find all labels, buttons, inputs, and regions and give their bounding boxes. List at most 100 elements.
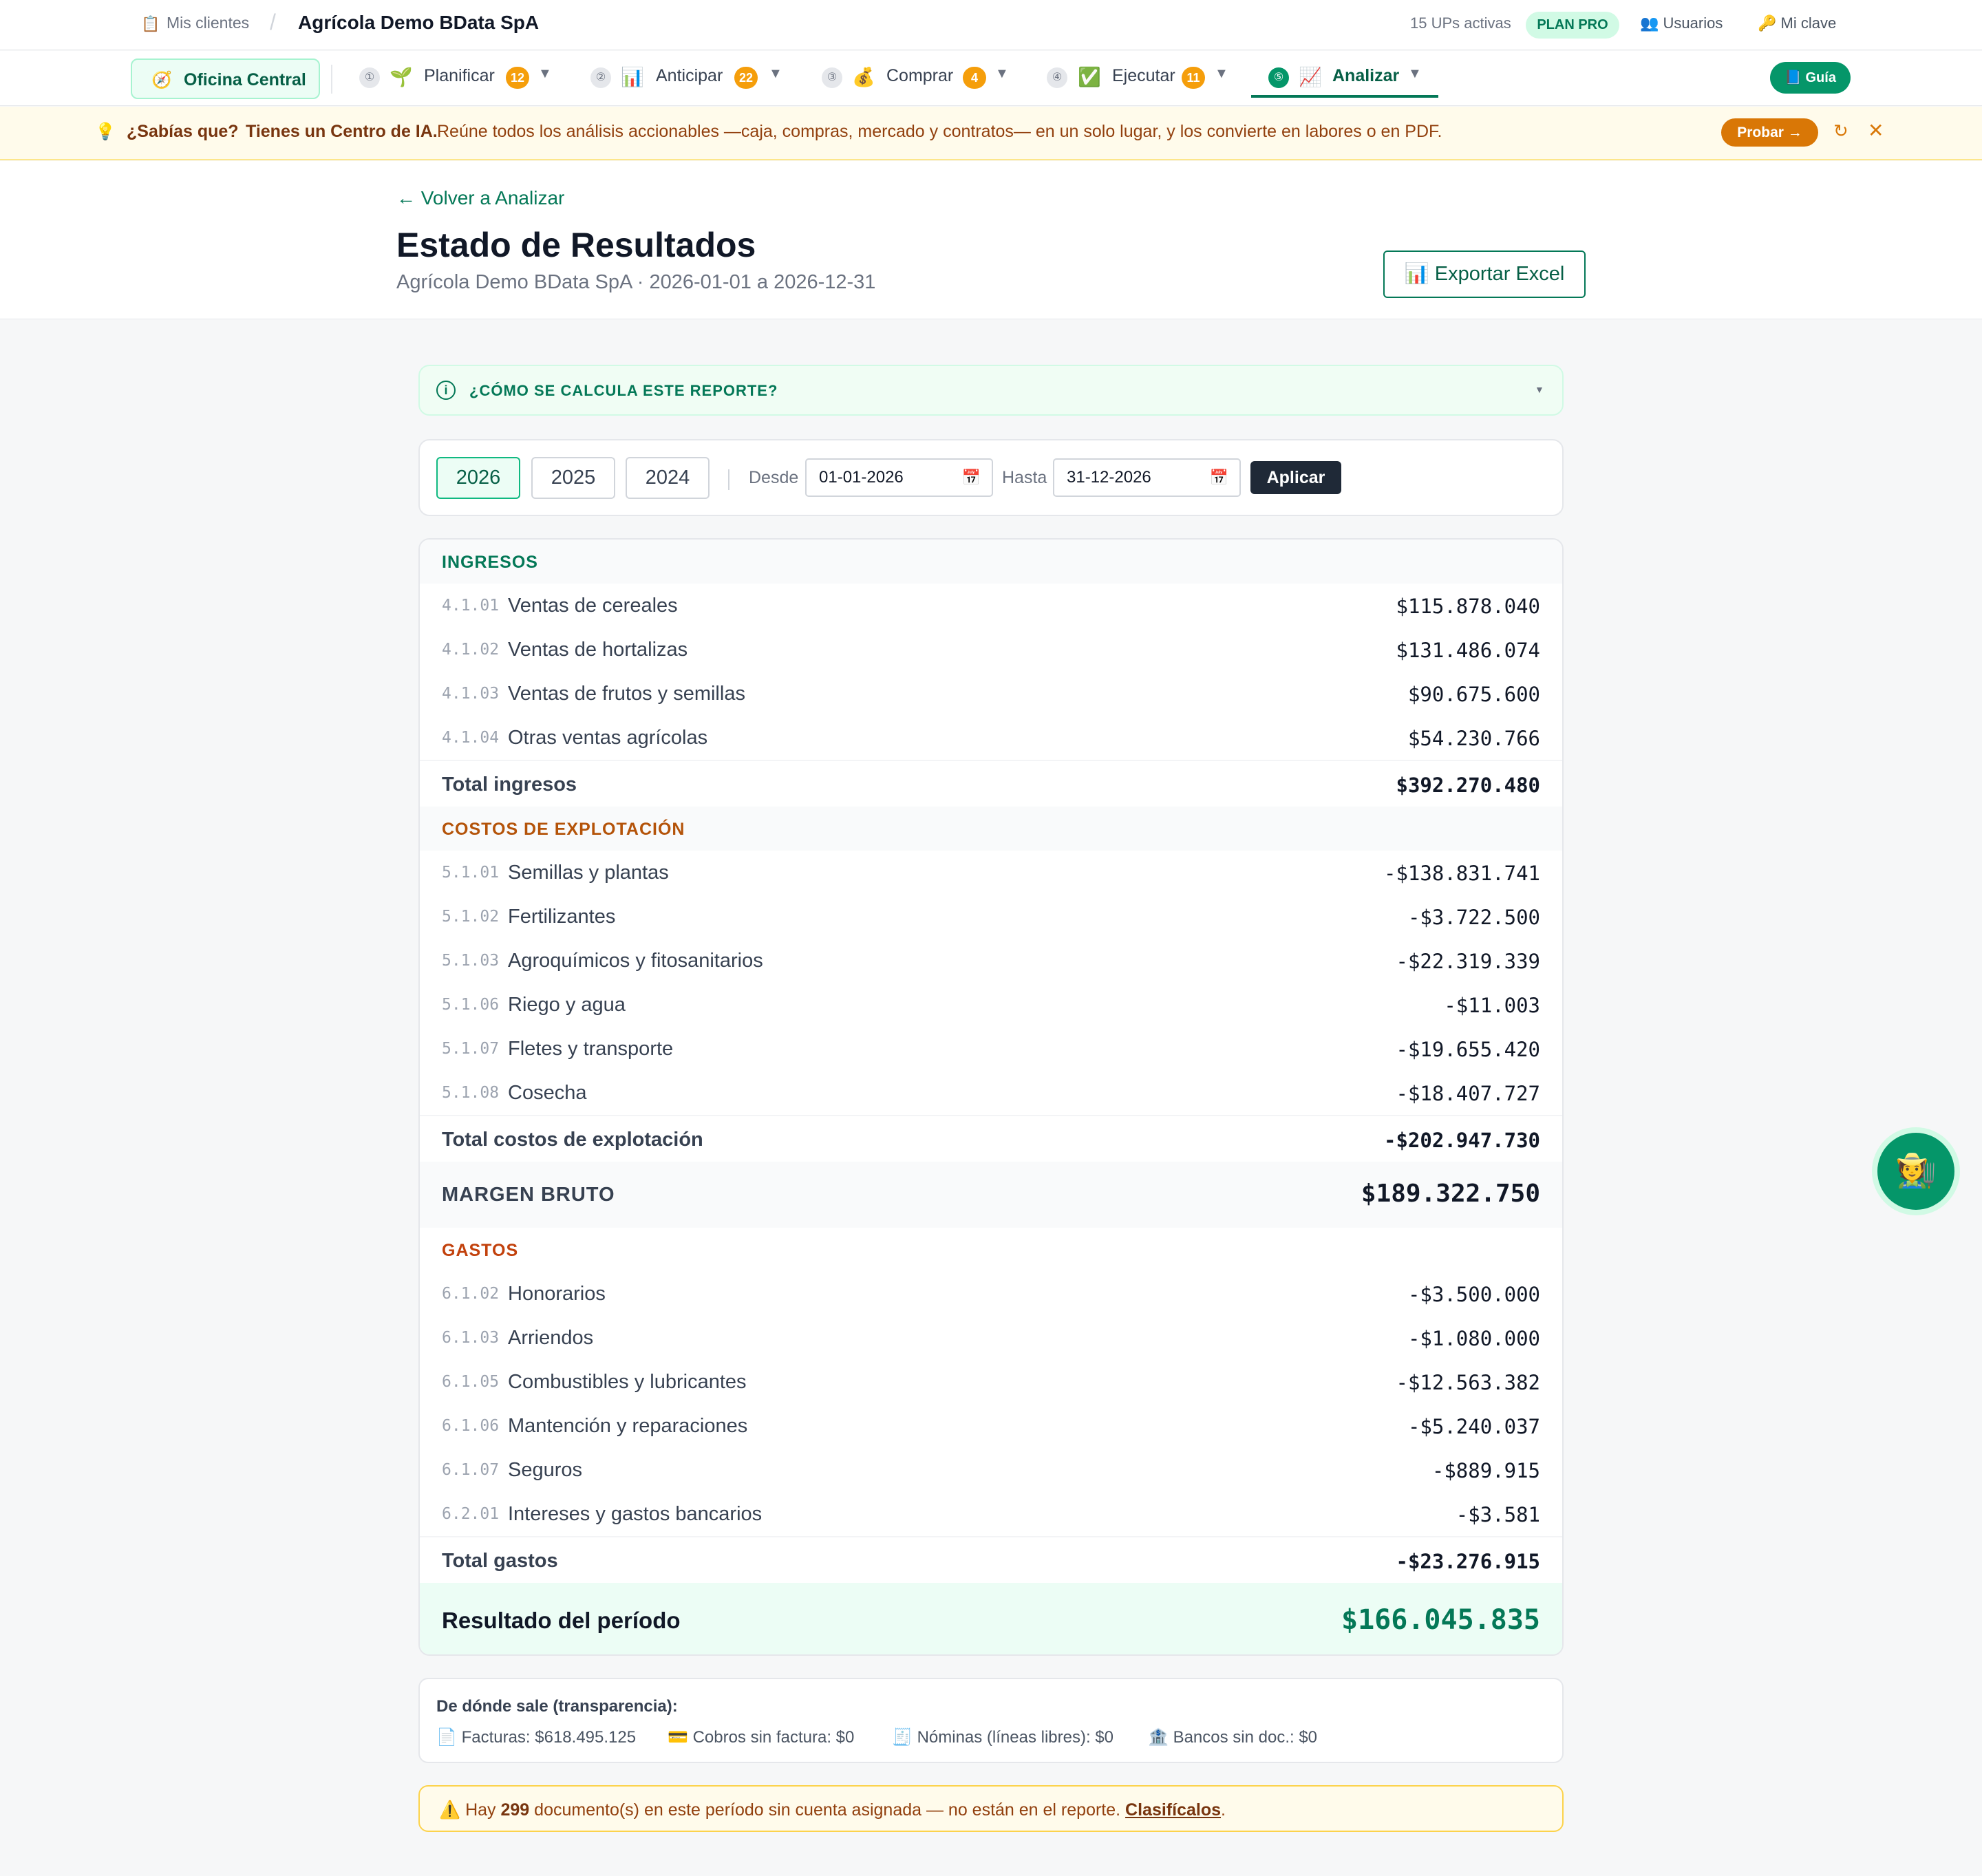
account-code: 4.1.01 (442, 597, 500, 615)
chevron-down-icon[interactable]: ▼ (995, 66, 1009, 82)
account-name: Semillas y plantas (508, 862, 669, 884)
transparency-item-collections: 💳 Cobros sin factura: $0 (668, 1727, 854, 1747)
total-label: Total costos de explotación (442, 1129, 703, 1151)
transparency-item-text: Nóminas (líneas libres): $0 (917, 1728, 1114, 1747)
export-excel-button[interactable]: 📊 Exportar Excel (1383, 251, 1586, 298)
close-icon[interactable]: ✕ (1868, 119, 1884, 142)
table-row: 5.1.02 Fertilizantes -$3.722.500 (420, 895, 1562, 939)
section-title: COSTOS DE EXPLOTACIÓN (442, 820, 685, 839)
to-date-value: 31-12-2026 (1067, 468, 1151, 487)
chevron-down-icon[interactable]: ▼ (1215, 66, 1228, 82)
total-amount: -$23.276.915 (1396, 1550, 1540, 1573)
section-title: GASTOS (442, 1241, 519, 1260)
account-amount: -$3.581 (1456, 1503, 1540, 1526)
warning-text: ⚠️ Hay 299 documento(s) en este período … (439, 1800, 1226, 1820)
trend-chart-icon: 📈 (1299, 67, 1322, 87)
ups-active-count: 15 UPs activas (1410, 14, 1511, 32)
classify-link[interactable]: Clasifícalos (1125, 1800, 1221, 1820)
warning-icon: ⚠️ (439, 1800, 461, 1820)
transparency-item-invoices: 📄 Facturas: $618.495.125 (436, 1727, 636, 1747)
refresh-icon[interactable]: ↻ (1833, 120, 1848, 142)
account-code: 5.1.03 (442, 952, 500, 970)
account-code: 6.1.02 (442, 1285, 500, 1303)
gross-margin-label: MARGEN BRUTO (442, 1184, 615, 1206)
count-badge: 4 (963, 67, 986, 89)
how-calculated-toggle[interactable]: i ¿CÓMO SE CALCULA ESTE REPORTE? ▼ (418, 365, 1564, 416)
assistant-farmer-icon[interactable]: 🧑‍🌾 (1877, 1133, 1954, 1210)
calendar-icon[interactable]: 📅 (962, 460, 981, 495)
password-label: Mi clave (1780, 14, 1837, 32)
nav-divider (331, 65, 332, 94)
account-amount: -$138.831.741 (1384, 862, 1540, 885)
transparency-box: De dónde sale (transparencia): 📄 Factura… (418, 1678, 1564, 1763)
office-label: Oficina Central (184, 70, 306, 89)
table-row: 6.1.06 Mantención y reparaciones -$5.240.0… (420, 1404, 1562, 1448)
account-code: 5.1.08 (442, 1084, 500, 1102)
account-name: Mantención y reparaciones (508, 1415, 748, 1437)
account-amount: -$12.563.382 (1396, 1371, 1540, 1394)
step-number: ① (359, 67, 380, 88)
from-date-input[interactable]: 01-01-2026 📅 (805, 458, 993, 497)
password-link[interactable]: 🔑 Mi clave (1758, 14, 1836, 32)
transparency-item-text: Bancos sin doc.: $0 (1173, 1728, 1318, 1747)
year-button-2024[interactable]: 2024 (626, 457, 710, 499)
year-button-2026[interactable]: 2026 (436, 457, 520, 499)
to-label: Hasta (1002, 468, 1047, 487)
from-date-value: 01-01-2026 (819, 468, 904, 487)
total-amount: -$202.947.730 (1384, 1129, 1540, 1152)
company-name: Agrícola Demo BData SpA (298, 12, 540, 33)
chevron-down-icon[interactable]: ▼ (1408, 66, 1422, 82)
from-label: Desde (749, 468, 799, 487)
account-amount: -$1.080.000 (1407, 1327, 1540, 1350)
account-amount: $115.878.040 (1396, 595, 1540, 618)
chevron-down-icon[interactable]: ▼ (769, 66, 782, 82)
compass-icon: 🧭 (151, 71, 172, 89)
transparency-heading: De dónde sale (transparencia): (436, 1697, 678, 1716)
total-row-costs: Total costos de explotación -$202.947.730 (420, 1115, 1562, 1160)
transparency-item-text: Facturas: $618.495.125 (461, 1728, 637, 1747)
table-row: 4.1.04 Otras ventas agrícolas $54.230.766 (420, 716, 1562, 760)
office-button[interactable]: 🧭 Oficina Central (131, 58, 320, 99)
calendar-icon[interactable]: 📅 (1210, 460, 1228, 495)
income-statement: INGRESOS 4.1.01 Ventas de cereales $115.87… (418, 538, 1564, 1656)
table-row: 4.1.02 Ventas de hortalizas $131.486.074 (420, 628, 1562, 672)
nav-label: Ejecutar (1112, 66, 1175, 85)
table-row: 6.1.03 Arriendos -$1.080.000 (420, 1316, 1562, 1360)
guide-button[interactable]: 📘 Guía (1770, 62, 1851, 94)
transparency-item-payroll: 🧾 Nóminas (líneas libres): $0 (892, 1727, 1113, 1747)
key-icon: 🔑 (1758, 14, 1777, 32)
filter-divider (728, 469, 729, 490)
period-result-row: Resultado del período $166.045.835 (420, 1583, 1562, 1654)
tip-banner: 💡 ¿Sabías que? Tienes un Centro de IA. R… (0, 107, 1982, 160)
tip-headline: Tienes un Centro de IA. (246, 122, 438, 141)
table-row: 5.1.07 Fletes y transporte -$19.655.420 (420, 1027, 1562, 1071)
apply-button[interactable]: Aplicar (1250, 461, 1341, 494)
year-button-2025[interactable]: 2025 (531, 457, 615, 499)
account-name: Fertilizantes (508, 906, 616, 928)
clipboard-icon: 📋 (141, 15, 160, 32)
account-code: 4.1.02 (442, 641, 500, 659)
breadcrumb-clients-link[interactable]: Mis clientes (167, 14, 249, 32)
to-date-input[interactable]: 31-12-2026 📅 (1053, 458, 1241, 497)
nav-label: Comprar (886, 66, 954, 85)
account-name: Combustibles y lubricantes (508, 1371, 747, 1393)
chevron-down-icon[interactable]: ▼ (538, 66, 552, 82)
gross-margin-amount: $189.322.750 (1361, 1180, 1540, 1208)
account-amount: -$3.500.000 (1407, 1283, 1540, 1306)
users-link[interactable]: 👥 Usuarios (1640, 14, 1723, 32)
account-code: 5.1.06 (442, 996, 500, 1014)
table-row: 6.2.01 Intereses y gastos bancarios -$3.58… (420, 1492, 1562, 1536)
chevron-down-icon: ▼ (1535, 384, 1544, 395)
account-code: 6.1.03 (442, 1329, 500, 1347)
back-link[interactable]: ← Volver a Analizar (396, 187, 564, 209)
filter-bar: 2026 2025 2024 Desde 01-01-2026 📅 Hasta … (418, 439, 1564, 516)
section-header-expenses: GASTOS (420, 1228, 1562, 1272)
table-row: 4.1.01 Ventas de cereales $115.878.040 (420, 584, 1562, 628)
step-number: ④ (1047, 67, 1067, 88)
bar-chart-icon: 📊 (621, 67, 644, 87)
try-button[interactable]: Probar → (1721, 118, 1818, 147)
breadcrumb-separator: / (270, 10, 276, 34)
users-icon: 👥 (1640, 14, 1659, 32)
account-name: Arriendos (508, 1327, 594, 1349)
total-amount: $392.270.480 (1396, 774, 1540, 797)
